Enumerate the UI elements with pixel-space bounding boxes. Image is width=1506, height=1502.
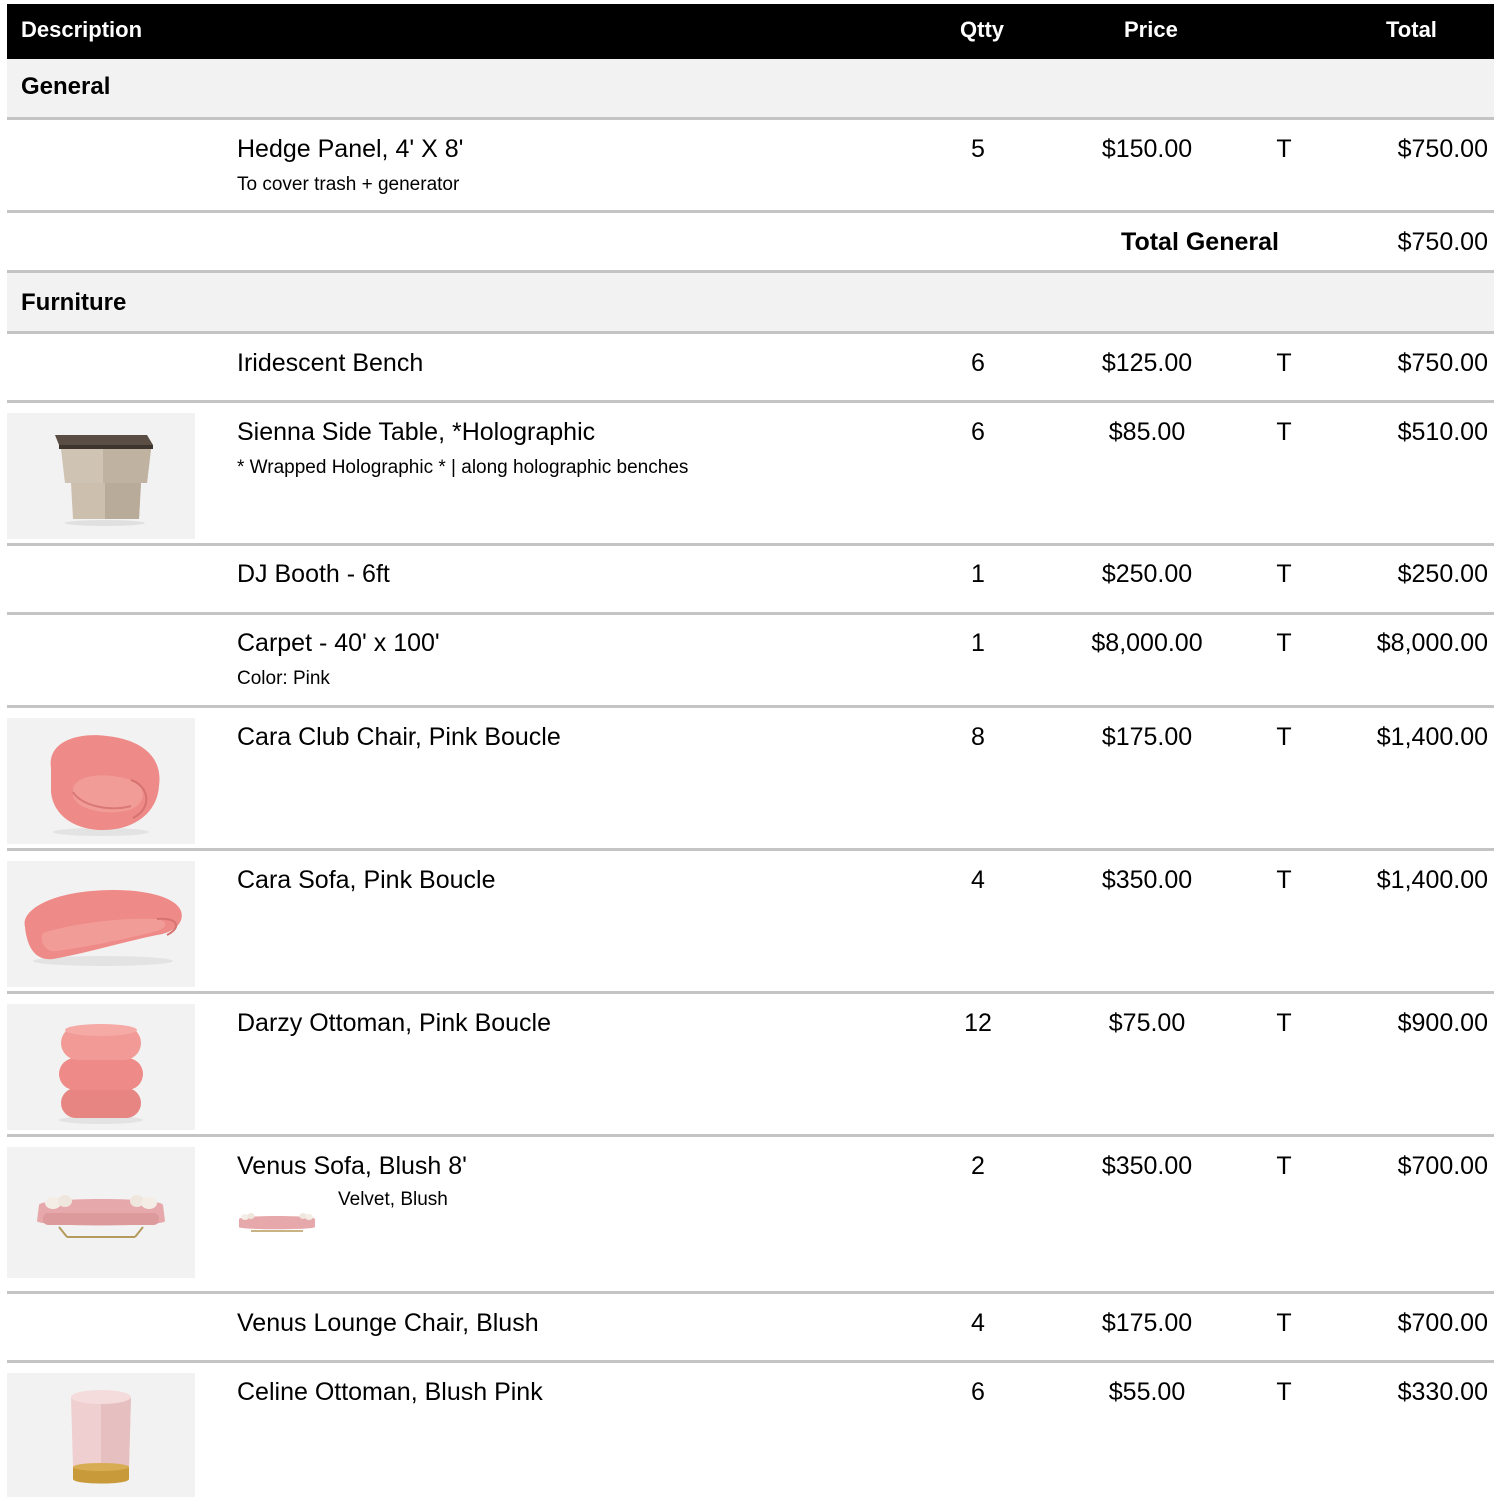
item-description: Carpet - 40' x 100' (237, 629, 440, 657)
blush-sofa-image (7, 1147, 195, 1278)
item-price: $125.00 (1101, 349, 1193, 377)
table-row[interactable]: Cara Club Chair, Pink Boucle 8 $175.00 T… (0, 708, 1506, 848)
item-total: $8,000.00 (1376, 629, 1488, 657)
item-total: $1,400.00 (1376, 866, 1488, 894)
header-description: Description (21, 17, 143, 42)
item-price: $150.00 (1101, 135, 1193, 163)
item-qty: 8 (971, 723, 985, 751)
item-total: $700.00 (1397, 1152, 1488, 1180)
item-description: Cara Club Chair, Pink Boucle (237, 723, 561, 751)
item-qty: 5 (971, 135, 985, 163)
table-row[interactable]: Cara Sofa, Pink Boucle 4 $350.00 T $1,40… (0, 851, 1506, 991)
section-header-furniture: Furniture (7, 273, 1494, 331)
table-row[interactable]: Sienna Side Table, *Holographic * Wrappe… (0, 403, 1506, 543)
item-total: $750.00 (1397, 135, 1488, 163)
item-description: Venus Lounge Chair, Blush (237, 1309, 539, 1337)
pink-sofa-image (7, 861, 195, 987)
item-tax-flag: T (1276, 1009, 1292, 1037)
item-tax-flag: T (1276, 866, 1292, 894)
item-tax-flag: T (1276, 560, 1292, 588)
item-description: Sienna Side Table, *Holographic (237, 418, 596, 446)
item-price: $175.00 (1101, 1309, 1193, 1337)
item-tax-flag: T (1276, 349, 1292, 377)
table-row[interactable]: Iridescent Bench 6 $125.00 T $750.00 (0, 334, 1506, 400)
item-description: Celine Ottoman, Blush Pink (237, 1378, 543, 1406)
item-price: $350.00 (1101, 866, 1193, 894)
table-row[interactable]: Darzy Ottoman, Pink Boucle 12 $75.00 T $… (0, 994, 1506, 1134)
item-total: $1,400.00 (1376, 723, 1488, 751)
subtotal-row: Total General $750.00 (0, 213, 1506, 270)
item-description: DJ Booth - 6ft (237, 560, 390, 588)
item-total: $250.00 (1397, 560, 1488, 588)
table-row[interactable]: Celine Ottoman, Blush Pink 6 $55.00 T $3… (0, 1363, 1506, 1497)
item-qty: 4 (971, 1309, 985, 1337)
item-note: To cover trash + generator (237, 174, 460, 195)
item-tax-flag: T (1276, 135, 1292, 163)
item-total: $330.00 (1397, 1378, 1488, 1406)
item-note: Color: Pink (237, 668, 330, 689)
club-chair-image (7, 718, 195, 844)
item-description: Cara Sofa, Pink Boucle (237, 866, 496, 894)
item-qty: 6 (971, 418, 985, 446)
item-tax-flag: T (1276, 1309, 1292, 1337)
item-description: Hedge Panel, 4' X 8' (237, 135, 464, 163)
item-qty: 2 (971, 1152, 985, 1180)
item-price: $85.00 (1108, 418, 1186, 446)
item-description: Venus Sofa, Blush 8' (237, 1152, 467, 1180)
stacked-ottoman-image (7, 1004, 195, 1130)
section-title: General (21, 73, 111, 100)
table-row[interactable]: Hedge Panel, 4' X 8' To cover trash + ge… (0, 120, 1506, 210)
table-header: Description Qtty Price Total (7, 4, 1494, 59)
item-qty: 6 (971, 349, 985, 377)
subtotal-label: Total General (1121, 228, 1279, 256)
item-qty: 4 (971, 866, 985, 894)
item-qty: 1 (971, 629, 985, 657)
section-title: Furniture (21, 289, 127, 316)
header-price: Price (1124, 17, 1178, 42)
subtotal-value: $750.00 (1397, 228, 1488, 256)
item-description: Iridescent Bench (237, 349, 424, 377)
table-row[interactable]: Venus Sofa, Blush 8' Velvet, Blush 2 $35… (0, 1137, 1506, 1291)
side-table-image (7, 413, 195, 539)
item-tax-flag: T (1276, 1378, 1292, 1406)
blush-sofa-thumbnail (237, 1205, 317, 1247)
table-row[interactable]: DJ Booth - 6ft 1 $250.00 T $250.00 (0, 546, 1506, 612)
item-description: Darzy Ottoman, Pink Boucle (237, 1009, 552, 1037)
item-price: $8,000.00 (1091, 629, 1203, 657)
item-total: $900.00 (1397, 1009, 1488, 1037)
header-total: Total (1386, 17, 1437, 42)
item-qty: 1 (971, 560, 985, 588)
item-tax-flag: T (1276, 629, 1292, 657)
item-qty: 12 (964, 1009, 992, 1037)
header-qty: Qtty (960, 17, 1004, 42)
round-ottoman-image (7, 1373, 195, 1497)
item-qty: 6 (971, 1378, 985, 1406)
item-tax-flag: T (1276, 723, 1292, 751)
item-price: $55.00 (1108, 1378, 1186, 1406)
item-price: $250.00 (1101, 560, 1193, 588)
item-note: Velvet, Blush (338, 1189, 448, 1210)
table-row[interactable]: Carpet - 40' x 100' Color: Pink 1 $8,000… (0, 615, 1506, 705)
item-note: * Wrapped Holographic * | along holograp… (237, 457, 689, 478)
item-price: $175.00 (1101, 723, 1193, 751)
section-header-general: General (7, 59, 1494, 117)
table-row[interactable]: Venus Lounge Chair, Blush 4 $175.00 T $7… (0, 1294, 1506, 1360)
item-price: $350.00 (1101, 1152, 1193, 1180)
item-total: $750.00 (1397, 349, 1488, 377)
item-total: $700.00 (1397, 1309, 1488, 1337)
item-tax-flag: T (1276, 418, 1292, 446)
item-price: $75.00 (1108, 1009, 1186, 1037)
item-tax-flag: T (1276, 1152, 1292, 1180)
item-total: $510.00 (1397, 418, 1488, 446)
